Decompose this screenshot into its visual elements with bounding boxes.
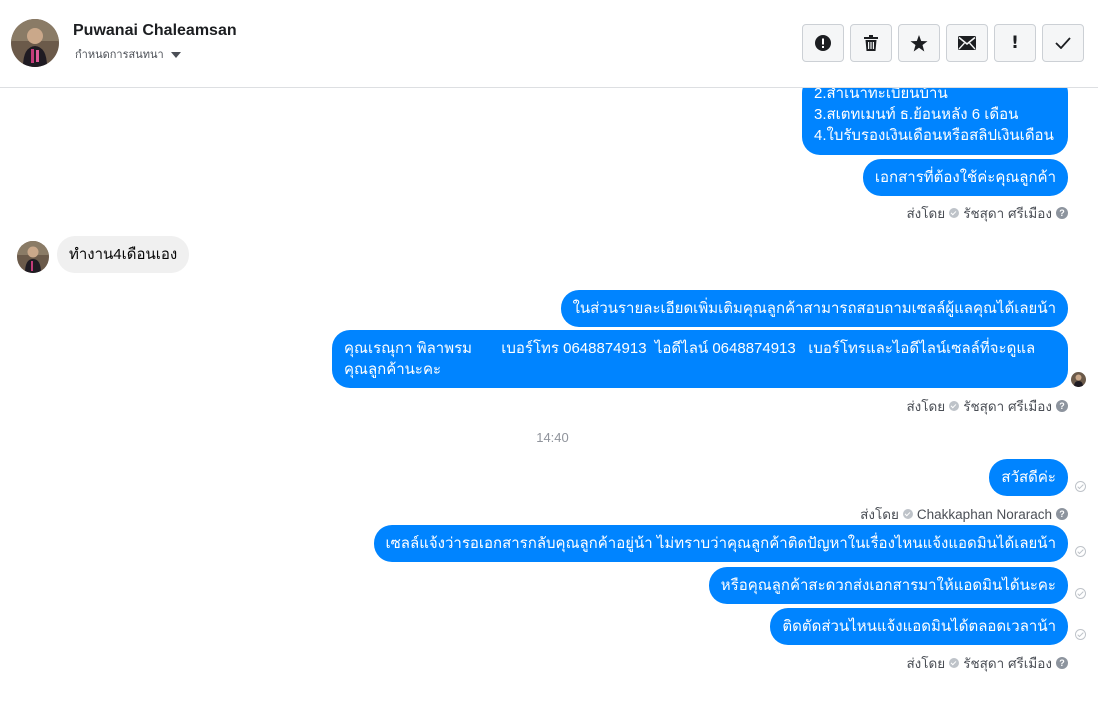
spam-button[interactable]: ! (994, 24, 1036, 62)
message-outgoing[interactable]: สวัสดีค่ะ (989, 459, 1068, 496)
conversation-options-label: กำหนดการสนทนา (75, 49, 164, 61)
message-line: 3.สเตทเมนท์ ธ.ย้อนหลัง 6 เดือน (814, 106, 1019, 123)
message-outgoing[interactable]: เอกสารที่ต้องใช้ค่ะคุณลูกค้า (862, 159, 1068, 196)
message-outgoing[interactable]: ในส่วนรายละเอียดเพิ่มเติมคุณลูกค้าสามารถ… (560, 290, 1068, 327)
message-incoming[interactable]: ทำงาน4เดือนเอง (57, 236, 190, 273)
delivered-check-icon (1075, 546, 1086, 557)
contact-avatar[interactable] (11, 19, 59, 67)
envelope-icon (958, 36, 976, 50)
help-icon[interactable]: ? (1056, 400, 1068, 412)
verified-dot-icon (949, 401, 960, 411)
delivered-check-icon (1075, 629, 1086, 640)
mark-unread-button[interactable] (946, 24, 988, 62)
caret-down-icon (170, 51, 181, 58)
verified-dot-icon (949, 658, 960, 668)
help-icon[interactable]: ? (1056, 207, 1068, 219)
delivered-check-icon (1075, 588, 1086, 599)
sent-by-prefix: ส่งโดย (906, 399, 946, 414)
message-line: 2.สำเนาทะเบียนบ้าน (814, 88, 948, 102)
timestamp-divider: 14:40 (536, 430, 569, 445)
sent-by-label: ส่งโดย รัชสุดา ศรีเมือง ? (906, 202, 1068, 224)
report-button[interactable] (802, 24, 844, 62)
sent-by-prefix: ส่งโดย (906, 206, 946, 221)
delete-button[interactable] (850, 24, 892, 62)
sent-by-prefix: ส่งโดย (860, 507, 899, 522)
verified-dot-icon (902, 509, 913, 519)
help-icon[interactable]: ? (1056, 657, 1068, 669)
seen-avatar (1071, 372, 1086, 387)
contact-avatar-small (17, 241, 49, 273)
star-icon (910, 34, 928, 51)
sent-by-prefix: ส่งโดย (906, 656, 946, 671)
mark-done-button[interactable] (1042, 24, 1084, 62)
message-outgoing-sales-contact[interactable]: คุณเรณุกา พิลาพรม เบอร์โทร 0648874913 ไอ… (332, 330, 1068, 388)
contact-name[interactable]: Puwanai Chaleamsan (73, 22, 237, 40)
message-thread[interactable]: 2.สำเนาทะเบียนบ้าน 3.สเตทเมนท์ ธ.ย้อนหลั… (0, 88, 1098, 701)
message-outgoing[interactable]: ติดตัดส่วนไหนแจ้งแอดมินได้ตลอดเวลาน้า (770, 608, 1068, 645)
header-toolbar: ! (802, 24, 1084, 62)
sent-by-label: ส่งโดย รัชสุดา ศรีเมือง ? (906, 395, 1068, 417)
checkmark-icon (1055, 37, 1071, 49)
trash-icon (864, 35, 878, 51)
message-line: 4.ใบรับรองเงินเดือนหรือสลิปเงินเดือน (814, 127, 1054, 144)
message-outgoing[interactable]: หรือคุณลูกค้าสะดวกส่งเอกสารมาให้แอดมินได… (708, 567, 1068, 604)
message-outgoing[interactable]: เซลล์แจ้งว่ารอเอกสารกลับคุณลูกค้าอยู่น้า… (373, 525, 1068, 562)
conversation-header: Puwanai Chaleamsan กำหนดการสนทนา ! (0, 0, 1098, 88)
exclamation-icon: ! (1011, 33, 1019, 53)
message-outgoing-documents-list[interactable]: 2.สำเนาทะเบียนบ้าน 3.สเตทเมนท์ ธ.ย้อนหลั… (802, 88, 1068, 155)
conversation-options[interactable]: กำหนดการสนทนา (75, 45, 181, 63)
sender-name: Chakkaphan Norarach (916, 506, 1052, 522)
verified-dot-icon (949, 208, 960, 218)
alert-circle-icon (815, 35, 831, 51)
sender-name: รัชสุดา ศรีเมือง (963, 399, 1052, 414)
sender-name: รัชสุดา ศรีเมือง (963, 656, 1052, 671)
help-icon[interactable]: ? (1056, 508, 1068, 520)
sent-by-label: ส่งโดย รัชสุดา ศรีเมือง ? (906, 652, 1068, 674)
delivered-check-icon (1075, 481, 1086, 492)
star-button[interactable] (898, 24, 940, 62)
sender-name: รัชสุดา ศรีเมือง (963, 206, 1052, 221)
sent-by-label: ส่งโดย Chakkaphan Norarach ? (860, 503, 1068, 525)
